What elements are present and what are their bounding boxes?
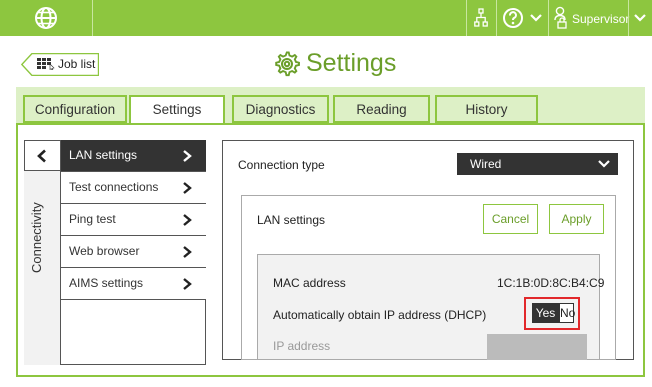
tab-history[interactable]: History	[435, 95, 538, 123]
mac-address-label: MAC address	[273, 276, 346, 290]
dhcp-no-toggle[interactable]: No	[559, 303, 575, 323]
sidebar-item-test-connections[interactable]: Test connections	[61, 172, 206, 204]
globe-icon[interactable]	[34, 6, 58, 30]
page-title: Settings	[274, 49, 396, 78]
connectivity-label: Connectivity	[29, 202, 44, 273]
topbar-divider	[466, 0, 467, 36]
job-list-icon	[37, 58, 55, 70]
chevron-right-icon	[183, 246, 192, 258]
user-lock-icon[interactable]	[554, 6, 568, 30]
apply-button[interactable]: Apply	[549, 204, 604, 234]
page-title-text: Settings	[306, 49, 397, 77]
user-label[interactable]: Supervisor	[572, 12, 629, 26]
cancel-button[interactable]: Cancel	[483, 204, 538, 234]
sidebar-item-aims-settings[interactable]: AIMS settings	[61, 268, 206, 300]
ip-address-field[interactable]	[487, 334, 587, 360]
tab-reading[interactable]: Reading	[333, 95, 430, 123]
sidebar-item-label: AIMS settings	[69, 276, 144, 290]
top-bar: Supervisor	[0, 0, 652, 36]
chevron-down-icon	[598, 160, 610, 168]
tab-settings[interactable]: Settings	[129, 95, 225, 125]
network-icon[interactable]	[474, 8, 488, 28]
dhcp-label: Automatically obtain IP address (DHCP)	[273, 308, 487, 322]
sidebar-item-ping-test[interactable]: Ping test	[61, 204, 206, 236]
chevron-left-icon	[37, 149, 46, 163]
chevron-down-icon[interactable]	[634, 13, 646, 23]
chevron-right-icon	[183, 150, 192, 162]
chevron-right-icon	[183, 278, 192, 290]
mac-address-value: 1C:1B:0D:8C:B4:C9	[497, 276, 605, 290]
sidebar-item-web-browser[interactable]: Web browser	[61, 236, 206, 268]
connectivity-section: Connectivity	[24, 171, 61, 365]
topbar-divider	[628, 0, 629, 36]
connection-type-value: Wired	[470, 157, 502, 171]
chevron-down-icon[interactable]	[530, 13, 542, 23]
tab-diagnostics[interactable]: Diagnostics	[232, 95, 329, 123]
sidebar-item-lan-settings[interactable]: LAN settings	[61, 140, 206, 172]
sidebar-item-label: Ping test	[69, 212, 116, 226]
tab-configuration[interactable]: Configuration	[23, 95, 127, 123]
ip-address-label: IP address	[273, 339, 331, 353]
topbar-divider	[92, 0, 93, 36]
chevron-right-icon	[183, 214, 192, 226]
sidebar-item-label: Web browser	[69, 244, 140, 258]
topbar-divider	[496, 0, 497, 36]
dhcp-yes-toggle[interactable]: Yes	[532, 303, 559, 323]
sidebar-item-label: Test connections	[69, 180, 159, 194]
connection-type-label: Connection type	[238, 158, 325, 172]
chevron-right-icon	[183, 182, 192, 194]
connection-type-select[interactable]: Wired	[457, 153, 618, 175]
lan-settings-title: LAN settings	[257, 213, 326, 227]
help-icon[interactable]	[502, 7, 524, 29]
gear-icon	[275, 50, 300, 76]
menu-back-button[interactable]	[24, 140, 61, 171]
job-list-button[interactable]: Job list	[21, 53, 99, 76]
topbar-divider	[548, 0, 549, 36]
job-list-label: Job list	[58, 57, 96, 71]
sidebar-item-label: LAN settings	[69, 148, 138, 162]
